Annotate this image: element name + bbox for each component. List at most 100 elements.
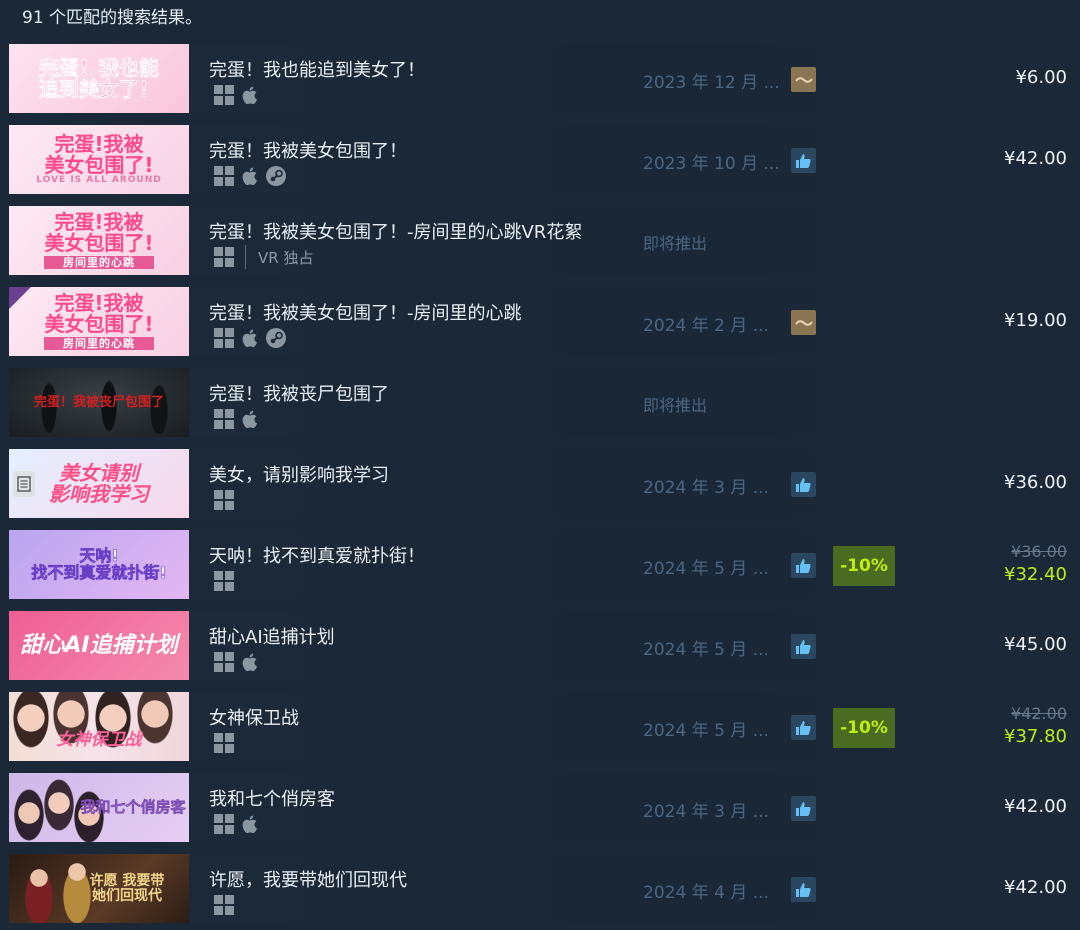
platform-icons bbox=[213, 327, 287, 349]
discounted-price: ¥32.40 bbox=[1004, 564, 1067, 585]
game-capsule-image[interactable]: 我和七个俏房客 bbox=[9, 773, 189, 842]
game-title[interactable]: 完蛋！我被美女包围了！ bbox=[209, 137, 407, 163]
search-result-row[interactable]: 美女请别 影响我学习 美女，请别影响我学习 2024 年 3 月 ... ¥36… bbox=[9, 449, 1080, 518]
review-positive-badge[interactable] bbox=[791, 796, 816, 821]
thumbs-up-icon bbox=[796, 640, 811, 654]
windows-icon bbox=[214, 571, 234, 591]
release-date: 2024 年 5 月 ... bbox=[643, 640, 769, 660]
game-title[interactable]: 我和七个俏房客 bbox=[209, 785, 335, 811]
platform-icons: VR 独占 bbox=[213, 245, 314, 269]
game-capsule-image[interactable]: 许愿 我要带 她们回现代 bbox=[9, 854, 189, 923]
platform-icons bbox=[213, 84, 261, 106]
search-result-row[interactable]: 完蛋!我被 美女包围了! LOVE IS ALL AROUND 完蛋！我被美女包… bbox=[9, 125, 1080, 194]
release-date: 2024 年 2 月 ... bbox=[643, 316, 769, 336]
capsule-logo-text: 女神保卫战 bbox=[56, 729, 142, 750]
platform-icons bbox=[213, 489, 235, 511]
game-capsule-image[interactable]: 完蛋！我也能 追到美女了！ bbox=[9, 44, 189, 113]
review-positive-badge[interactable] bbox=[791, 148, 816, 173]
vr-only-label: VR 独占 bbox=[258, 248, 314, 267]
platform-icons bbox=[213, 408, 261, 430]
game-title[interactable]: 完蛋！我被美女包围了！-房间里的心跳VR花絮 bbox=[209, 218, 582, 244]
windows-icon bbox=[214, 652, 234, 672]
platform-icons bbox=[213, 894, 235, 916]
mixed-review-icon bbox=[794, 76, 813, 83]
price: ¥42.00 bbox=[1004, 796, 1067, 817]
game-capsule-image[interactable]: 完蛋!我被 美女包围了! 房间里的心跳 bbox=[9, 287, 189, 356]
capsule-logo-title: 完蛋!我被 美女包围了! bbox=[44, 290, 154, 336]
search-result-count: 91 个匹配的搜索结果。 bbox=[0, 0, 1080, 36]
discount-badge: -10% bbox=[833, 546, 895, 586]
game-title[interactable]: 天呐！找不到真爱就扑街！ bbox=[209, 542, 425, 568]
game-title[interactable]: 女神保卫战 bbox=[209, 704, 299, 730]
review-positive-badge[interactable] bbox=[791, 553, 816, 578]
coming-soon-label: 即将推出 bbox=[643, 234, 708, 253]
game-title[interactable]: 完蛋！我也能追到美女了！ bbox=[209, 56, 425, 82]
windows-icon bbox=[214, 733, 234, 753]
game-capsule-image[interactable]: 天呐! 找不到真爱就扑街! bbox=[9, 530, 189, 599]
windows-icon bbox=[214, 328, 234, 348]
release-date: 2023 年 10 月 ... bbox=[643, 154, 780, 174]
capsule-logo-subtitle: 房间里的心跳 bbox=[44, 336, 154, 351]
game-title[interactable]: 许愿，我要带她们回现代 bbox=[209, 866, 407, 892]
search-result-row[interactable]: 甜心AI追捕计划 甜心AI追捕计划 2024 年 5 月 ... ¥45.00 bbox=[9, 611, 1080, 680]
notes-icon[interactable] bbox=[13, 471, 35, 497]
game-capsule-image[interactable]: 女神保卫战 bbox=[9, 692, 189, 761]
game-title[interactable]: 甜心AI追捕计划 bbox=[209, 623, 335, 649]
search-result-row[interactable]: 天呐! 找不到真爱就扑街! 天呐！找不到真爱就扑街！ 2024 年 5 月 ..… bbox=[9, 530, 1080, 599]
capsule-logo-text: 完蛋!我被 美女包围了! LOVE IS ALL AROUND bbox=[36, 125, 161, 194]
platform-icons bbox=[213, 651, 261, 673]
thumbs-up-icon bbox=[796, 478, 811, 492]
platform-icons bbox=[213, 732, 235, 754]
apple-icon bbox=[242, 410, 257, 429]
capsule-logo-text: 完蛋!我被 美女包围了! 房间里的心跳 bbox=[44, 287, 154, 356]
windows-icon bbox=[214, 247, 234, 267]
review-positive-badge[interactable] bbox=[791, 715, 816, 740]
capsule-logo-subtitle: 房间里的心跳 bbox=[44, 255, 154, 270]
search-result-row[interactable]: 完蛋！我也能 追到美女了！ 完蛋！我也能追到美女了！ 2023 年 12 月 .… bbox=[9, 44, 1080, 113]
game-title[interactable]: 美女，请别影响我学习 bbox=[209, 461, 389, 487]
price: ¥42.00 bbox=[1004, 148, 1067, 169]
steam-icon bbox=[266, 328, 286, 348]
windows-icon bbox=[214, 166, 234, 186]
platform-icons bbox=[213, 813, 261, 835]
apple-icon bbox=[242, 86, 257, 105]
search-result-row[interactable]: 完蛋!我被 美女包围了! 房间里的心跳 完蛋！我被美女包围了！-房间里的心跳VR… bbox=[9, 206, 1080, 275]
game-capsule-image[interactable]: 完蛋!我被 美女包围了! LOVE IS ALL AROUND bbox=[9, 125, 189, 194]
game-capsule-image[interactable]: 美女请别 影响我学习 bbox=[9, 449, 189, 518]
steam-icon bbox=[266, 166, 286, 186]
capsule-logo-text: 天呐! 找不到真爱就扑街! bbox=[31, 545, 167, 582]
review-positive-badge[interactable] bbox=[791, 877, 816, 902]
original-price: ¥36.00 bbox=[1011, 542, 1067, 561]
capsule-logo-text: 完蛋！我被丧尸包围了 bbox=[33, 394, 164, 410]
thumbs-up-icon bbox=[796, 802, 811, 816]
windows-icon bbox=[214, 490, 234, 510]
discount-badge: -10% bbox=[833, 708, 895, 748]
discounted-price: ¥37.80 bbox=[1004, 726, 1067, 747]
search-result-row[interactable]: 我和七个俏房客 我和七个俏房客 2024 年 3 月 ... ¥42.00 bbox=[9, 773, 1080, 842]
price: ¥36.00 bbox=[1004, 472, 1067, 493]
windows-icon bbox=[214, 409, 234, 429]
price: ¥42.00 bbox=[1004, 877, 1067, 898]
review-positive-badge[interactable] bbox=[791, 634, 816, 659]
search-result-row[interactable]: 许愿 我要带 她们回现代 许愿，我要带她们回现代 2024 年 4 月 ... … bbox=[9, 854, 1080, 923]
game-capsule-image[interactable]: 甜心AI追捕计划 bbox=[9, 611, 189, 680]
apple-icon bbox=[242, 653, 257, 672]
review-positive-badge[interactable] bbox=[791, 472, 816, 497]
price: ¥6.00 bbox=[1015, 67, 1067, 88]
thumbs-up-icon bbox=[796, 559, 811, 573]
review-mixed-badge[interactable] bbox=[791, 310, 816, 335]
thumbs-up-icon bbox=[796, 154, 811, 168]
game-capsule-image[interactable]: 完蛋!我被 美女包围了! 房间里的心跳 bbox=[9, 206, 189, 275]
apple-icon bbox=[242, 329, 257, 348]
game-title[interactable]: 完蛋！我被丧尸包围了 bbox=[209, 380, 389, 406]
review-mixed-badge[interactable] bbox=[791, 67, 816, 92]
release-date: 2024 年 5 月 ... bbox=[643, 559, 769, 579]
search-result-row[interactable]: 完蛋！我被丧尸包围了 完蛋！我被丧尸包围了 即将推出 bbox=[9, 368, 1080, 437]
game-title[interactable]: 完蛋！我被美女包围了！-房间里的心跳 bbox=[209, 299, 522, 325]
game-capsule-image[interactable]: 完蛋！我被丧尸包围了 bbox=[9, 368, 189, 437]
capsule-logo-subtitle: LOVE IS ALL AROUND bbox=[36, 174, 162, 185]
capsule-logo-title: 完蛋!我被 美女包围了! bbox=[44, 131, 154, 177]
search-result-row[interactable]: 女神保卫战 女神保卫战 2024 年 5 月 ... -10% ¥42.00 ¥… bbox=[9, 692, 1080, 761]
apple-icon bbox=[242, 815, 257, 834]
search-result-row[interactable]: 完蛋!我被 美女包围了! 房间里的心跳 完蛋！我被美女包围了！-房间里的心跳 2… bbox=[9, 287, 1080, 356]
